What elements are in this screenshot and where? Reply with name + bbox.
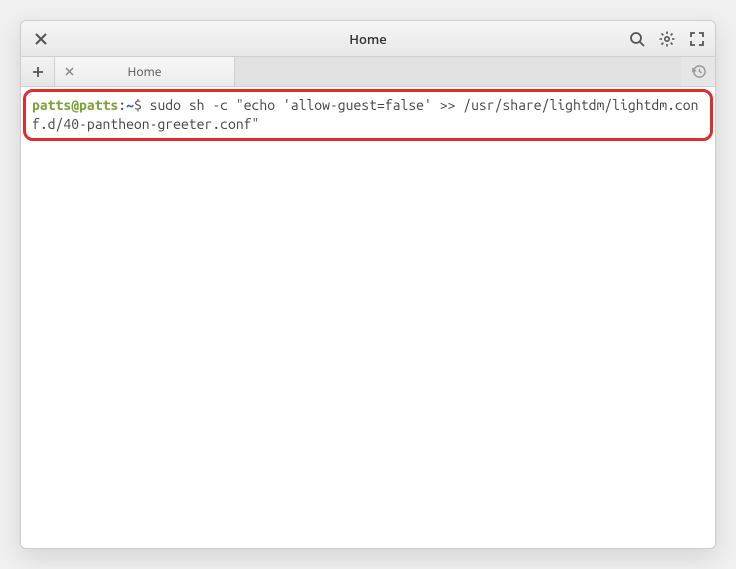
titlebar-actions	[627, 29, 707, 49]
prompt-at: @	[71, 97, 79, 113]
plus-icon	[32, 66, 44, 78]
close-icon	[65, 67, 74, 76]
tab-home[interactable]: Home	[55, 57, 235, 86]
history-button[interactable]	[681, 57, 715, 86]
close-icon	[35, 33, 47, 45]
maximize-icon	[690, 32, 704, 46]
search-button[interactable]	[627, 29, 647, 49]
prompt-user: patts	[32, 97, 71, 113]
history-icon	[691, 64, 706, 79]
settings-button[interactable]	[657, 29, 677, 49]
prompt-dollar: $	[134, 97, 150, 113]
tab-label: Home	[82, 63, 207, 80]
new-tab-button[interactable]	[21, 57, 55, 86]
tabbar: Home	[21, 57, 715, 87]
terminal-area[interactable]: patts@patts:~$ sudo sh -c "echo 'allow-g…	[21, 87, 715, 548]
prompt-colon: :	[118, 97, 126, 113]
search-icon	[629, 31, 645, 47]
tabbar-spacer	[235, 57, 681, 86]
prompt-host: patts	[79, 97, 118, 113]
terminal-line: patts@patts:~$ sudo sh -c "echo 'allow-g…	[32, 96, 704, 134]
command-highlight: patts@patts:~$ sudo sh -c "echo 'allow-g…	[23, 89, 713, 141]
gear-icon	[659, 31, 675, 47]
close-button[interactable]	[29, 27, 53, 51]
window-title: Home	[21, 30, 715, 48]
titlebar: Home	[21, 21, 715, 57]
prompt-path: ~	[126, 97, 134, 113]
maximize-button[interactable]	[687, 29, 707, 49]
tab-close-button[interactable]	[65, 67, 74, 76]
terminal-window: Home	[20, 20, 716, 549]
